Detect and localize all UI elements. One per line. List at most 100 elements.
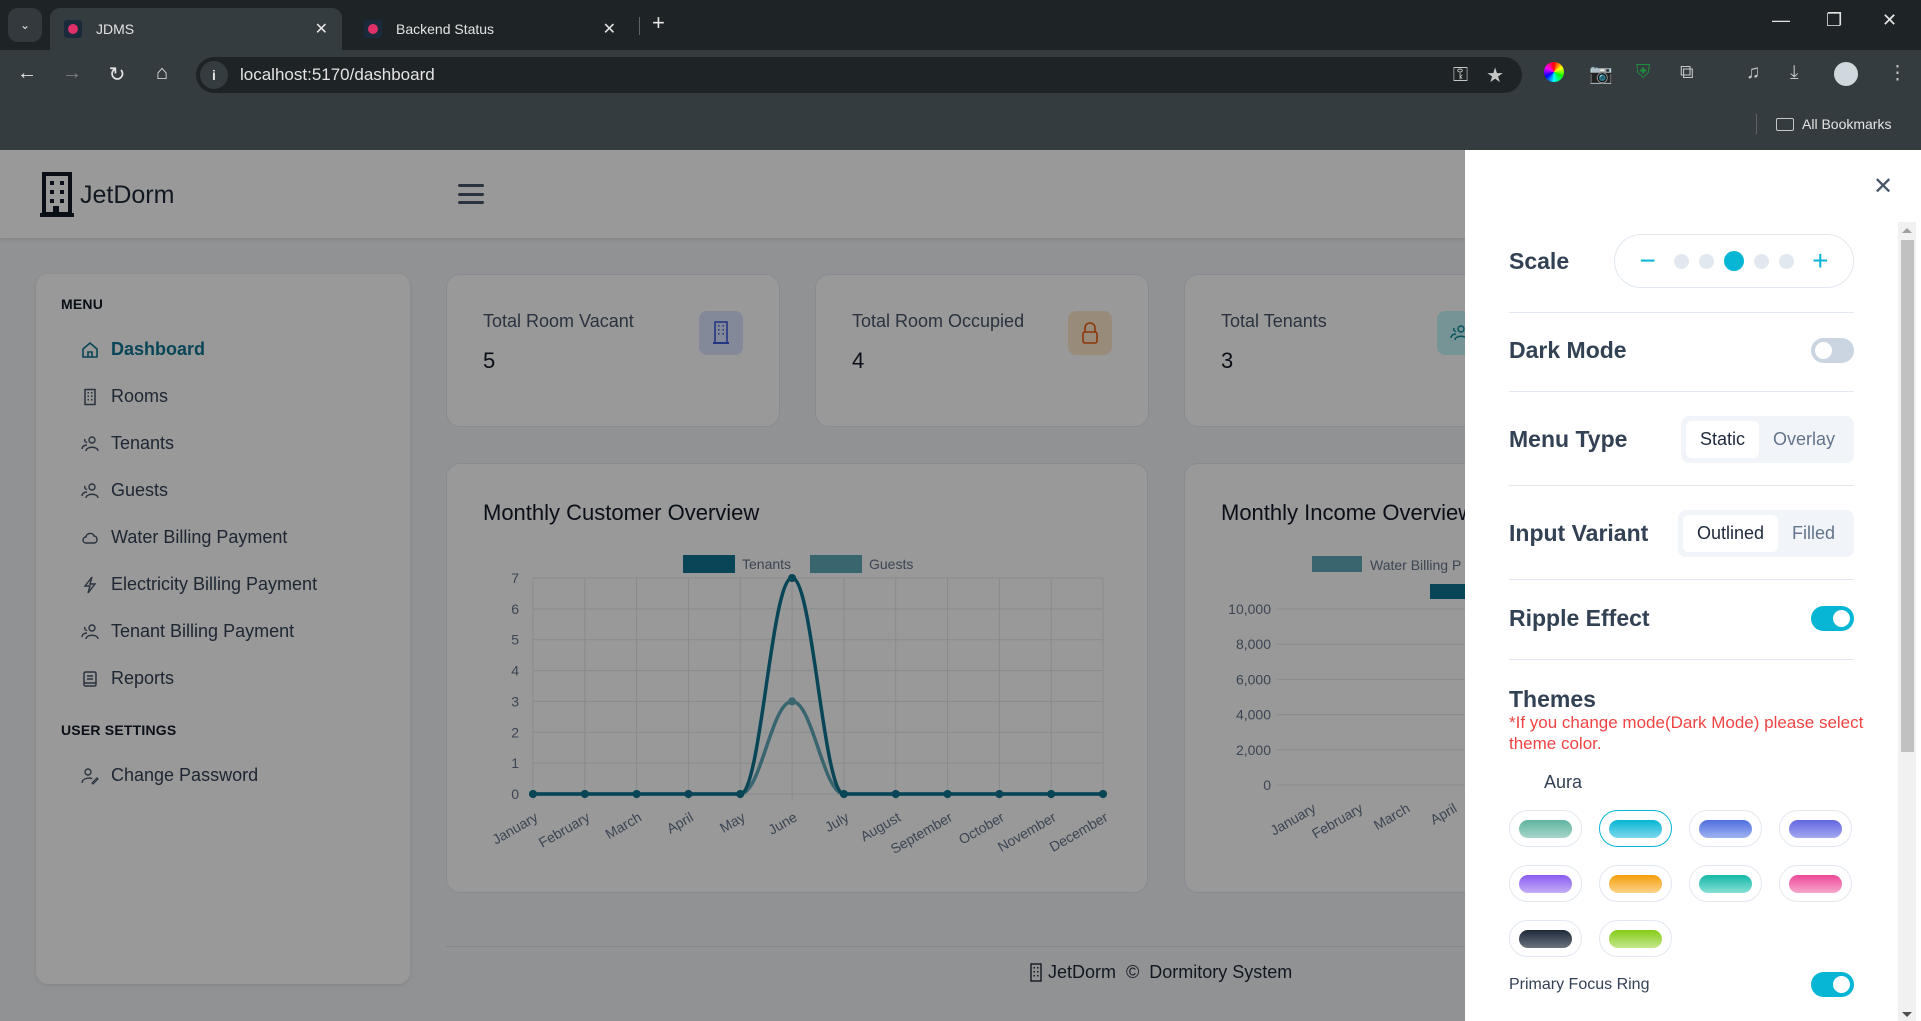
theme-swatch-pink[interactable]	[1779, 865, 1852, 902]
divider	[1509, 485, 1854, 486]
scale-level-dot[interactable]	[1674, 253, 1689, 269]
back-icon[interactable]: ←	[14, 62, 40, 85]
primary-focus-ring-label: Primary Focus Ring	[1509, 975, 1650, 993]
all-bookmarks-button[interactable]: All Bookmarks	[1776, 116, 1891, 132]
theme-color-swatches	[1509, 810, 1869, 957]
bookmark-star-icon[interactable]: ★	[1486, 63, 1504, 88]
scale-control: − +	[1614, 234, 1854, 288]
close-tab-icon[interactable]: ✕	[603, 19, 616, 39]
divider	[1509, 579, 1854, 580]
reload-icon[interactable]: ↻	[104, 62, 130, 87]
password-key-icon[interactable]: ⚿	[1453, 64, 1468, 87]
window-close-icon[interactable]: ✕	[1882, 10, 1897, 31]
primary-focus-ring-row: Primary Focus Ring	[1509, 972, 1854, 997]
ripple-effect-label: Ripple Effect	[1509, 605, 1650, 631]
scale-level-dot[interactable]	[1779, 253, 1794, 269]
all-bookmarks-label: All Bookmarks	[1802, 116, 1892, 132]
browser-tab-strip: ⌄ JDMS ✕ Backend Status ✕ + — ❐ ✕	[0, 0, 1921, 50]
scale-row: Scale − +	[1509, 234, 1854, 288]
theme-swatch-noir-green[interactable]	[1509, 810, 1582, 847]
favicon-icon	[364, 20, 382, 38]
close-tab-icon[interactable]: ✕	[315, 19, 328, 39]
theme-swatch-amber[interactable]	[1599, 865, 1672, 902]
menu-type-row: Menu Type Static Overlay	[1509, 416, 1854, 463]
scale-level-dot[interactable]	[1754, 253, 1769, 269]
theme-swatch-blue[interactable]	[1689, 810, 1762, 847]
bookmarks-separator	[1756, 114, 1757, 134]
scale-label: Scale	[1509, 247, 1570, 274]
scale-dots	[1669, 251, 1799, 271]
swatch-color	[1609, 874, 1662, 893]
swatch-color	[1519, 874, 1572, 893]
theme-preset-label: Aura	[1544, 772, 1583, 792]
primary-focus-ring-toggle[interactable]	[1811, 972, 1854, 997]
shield-extension-icon[interactable]: ⛨	[1636, 62, 1650, 84]
swatch-color	[1609, 929, 1662, 948]
restore-icon[interactable]: ❐	[1826, 10, 1842, 31]
camera-extension-icon[interactable]: 📷	[1589, 62, 1613, 86]
url-text[interactable]: localhost:5170/dashboard	[240, 65, 1453, 85]
input-variant-selector: Outlined Filled	[1677, 510, 1854, 557]
scale-level-dot[interactable]	[1699, 253, 1714, 269]
bookmarks-bar: All Bookmarks	[0, 100, 1921, 150]
scroll-up-arrow[interactable]	[1902, 228, 1912, 233]
tab-title: JDMS	[96, 21, 135, 37]
dark-mode-toggle[interactable]	[1811, 338, 1854, 363]
theme-swatch-indigo[interactable]	[1779, 810, 1852, 847]
swatch-color	[1609, 819, 1662, 838]
swatch-color	[1789, 819, 1842, 838]
close-icon[interactable]: ✕	[1873, 172, 1893, 201]
address-bar[interactable]: i localhost:5170/dashboard ⚿ ★	[196, 57, 1522, 93]
forward-icon[interactable]: →	[59, 62, 85, 85]
profile-avatar[interactable]	[1834, 62, 1858, 86]
dark-mode-row: Dark Mode	[1509, 337, 1854, 364]
dark-mode-label: Dark Mode	[1509, 337, 1627, 363]
input-variant-row: Input Variant Outlined Filled	[1509, 510, 1854, 557]
download-icon[interactable]: ⤓	[1790, 62, 1798, 84]
layout-config-panel: ✕ Scale − + Dark Mode Menu Type Static O…	[1465, 150, 1921, 1021]
theme-swatch-lime[interactable]	[1599, 920, 1672, 957]
browser-tab-jdms[interactable]: JDMS ✕	[50, 8, 342, 50]
browser-tab-backend-status[interactable]: Backend Status ✕	[350, 8, 630, 50]
home-icon[interactable]: ⌂	[149, 62, 175, 85]
theme-swatch-teal[interactable]	[1689, 865, 1762, 902]
extensions-puzzle-icon[interactable]: ⧉	[1680, 62, 1694, 84]
panel-scrollbar[interactable]	[1898, 222, 1916, 1021]
scroll-down-arrow[interactable]	[1902, 1012, 1912, 1017]
decrease-scale-button[interactable]: −	[1640, 247, 1656, 275]
site-info-icon[interactable]: i	[200, 61, 228, 89]
menu-type-label: Menu Type	[1509, 426, 1628, 452]
theme-swatch-purple[interactable]	[1509, 865, 1582, 902]
swatch-color	[1789, 874, 1842, 893]
new-tab-button[interactable]: +	[652, 10, 665, 36]
swatch-color	[1519, 929, 1572, 948]
folder-icon	[1776, 117, 1794, 131]
theme-swatch-noir[interactable]	[1509, 920, 1582, 957]
browser-menu-icon[interactable]: ⋮	[1888, 62, 1907, 85]
color-picker-extension-icon[interactable]	[1544, 62, 1564, 82]
tab-search-button[interactable]: ⌄	[8, 8, 42, 42]
increase-scale-button[interactable]: +	[1812, 247, 1828, 275]
minimize-icon[interactable]: —	[1772, 10, 1790, 31]
tab-title: Backend Status	[396, 21, 495, 37]
browser-toolbar: ← → ↻ ⌂ i localhost:5170/dashboard ⚿ ★ 📷…	[0, 50, 1921, 100]
theme-swatch-cyan[interactable]	[1599, 810, 1672, 847]
ripple-effect-row: Ripple Effect	[1509, 605, 1854, 632]
divider	[1509, 312, 1854, 313]
themes-note: *If you change mode(Dark Mode) please se…	[1509, 713, 1864, 753]
swatch-color	[1519, 819, 1572, 838]
swatch-color	[1699, 819, 1752, 838]
input-variant-outlined-option[interactable]: Outlined	[1682, 515, 1778, 552]
swatch-color	[1699, 874, 1752, 893]
input-variant-filled-option[interactable]: Filled	[1778, 515, 1849, 552]
app-page: JetDorm MENU Dashboard Rooms Tenants Gue…	[0, 150, 1921, 1021]
scrollbar-thumb[interactable]	[1901, 240, 1914, 752]
media-control-icon[interactable]: ♫	[1746, 62, 1760, 84]
divider	[1509, 391, 1854, 392]
menu-type-static-option[interactable]: Static	[1685, 421, 1759, 458]
ripple-effect-toggle[interactable]	[1811, 606, 1854, 631]
modal-backdrop[interactable]	[0, 150, 1465, 1021]
scale-level-dot[interactable]	[1724, 251, 1744, 271]
menu-type-overlay-option[interactable]: Overlay	[1759, 421, 1849, 458]
divider	[1509, 659, 1854, 660]
